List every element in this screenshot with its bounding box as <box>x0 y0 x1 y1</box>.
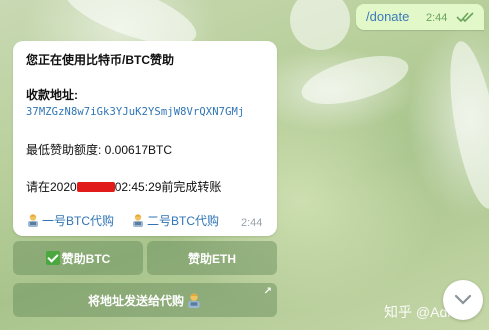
background-petal <box>296 46 414 114</box>
link-buyer-one[interactable]: 一号BTC代购 <box>26 212 114 229</box>
check-mark-icon <box>45 251 60 265</box>
background-petal <box>440 37 489 213</box>
background-petal <box>290 0 350 50</box>
bot-message: 您正在使用比特币/BTC赞助 收款地址: 37MZGzN8w7iGk3YJuK2… <box>13 41 277 236</box>
scroll-down-button[interactable] <box>443 280 483 320</box>
donate-btc-button[interactable]: 赞助BTC <box>13 241 143 275</box>
min-amount: 最低赞助额度: 0.00617BTC <box>26 143 173 157</box>
person-emoji-icon <box>28 214 38 227</box>
address-label: 收款地址: <box>26 88 78 102</box>
person-emoji-icon <box>188 293 200 308</box>
link-buyer-two[interactable]: 二号BTC代购 <box>131 212 219 229</box>
donate-eth-label: 赞助ETH <box>187 251 236 266</box>
message-title: 您正在使用比特币/BTC赞助 <box>26 53 174 67</box>
outgoing-time: 2:44 <box>426 12 448 24</box>
message-time: 2:44 <box>241 217 263 229</box>
deadline-prefix: 请在2020 <box>26 180 77 194</box>
donate-eth-button[interactable]: 赞助ETH <box>147 241 277 275</box>
deadline-suffix: 02:45:29前完成转账 <box>114 180 222 194</box>
chevron-down-icon <box>454 294 472 305</box>
outgoing-message[interactable]: /donate 2:44 <box>356 4 484 30</box>
donate-btc-label: 赞助BTC <box>61 251 111 266</box>
link-buyer-two-label: 二号BTC代购 <box>147 214 220 228</box>
external-link-icon: ↗ <box>263 286 272 297</box>
person-emoji-icon <box>133 214 143 227</box>
redaction-mark <box>76 182 115 192</box>
outgoing-text: /donate <box>366 9 410 24</box>
double-check-icon <box>456 12 474 23</box>
btc-address[interactable]: 37MZGzN8w7iGk3YJuK2YSmjW8VrQXN7GMj <box>26 106 244 118</box>
send-address-button[interactable]: 将地址发送给代购 ↗ <box>13 283 277 317</box>
send-address-label: 将地址发送给代购 <box>87 293 184 308</box>
link-buyer-one-label: 一号BTC代购 <box>42 214 115 228</box>
deadline: 请在2020 02:45:29前完成转账 <box>26 178 221 195</box>
